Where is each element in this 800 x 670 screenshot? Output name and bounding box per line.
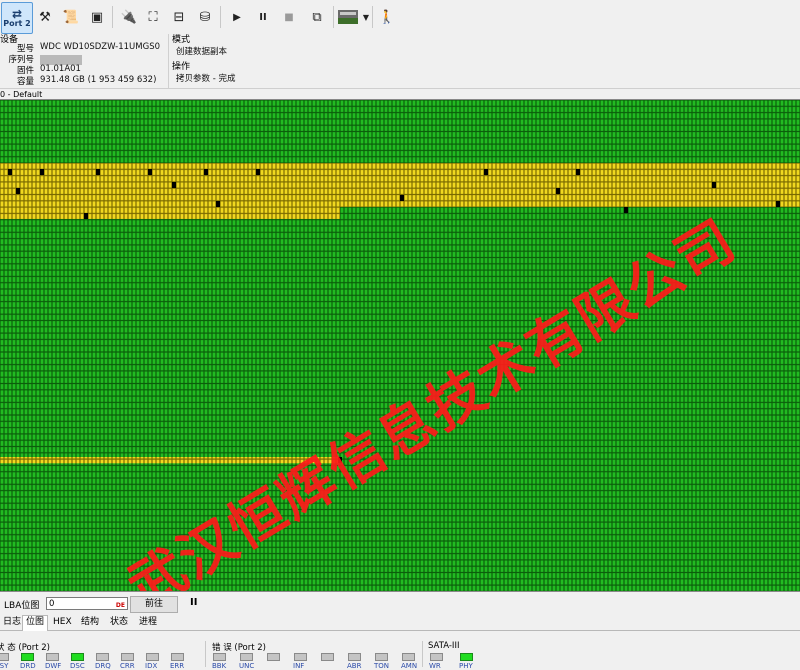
led-label: DSC: [70, 662, 85, 670]
led-label: BSY: [0, 662, 9, 670]
led-indicator: [240, 653, 253, 661]
led-indicator: [21, 653, 34, 661]
led-label: ABR: [347, 662, 362, 670]
person-icon[interactable]: 🚶: [374, 4, 400, 30]
info-divider: [168, 34, 169, 88]
firmware-value: 01.01A01: [40, 64, 81, 74]
led-indicator: [460, 653, 473, 661]
port-label: Port 2: [3, 18, 31, 28]
sector-map-canvas: [0, 100, 800, 591]
led-label: AMN: [401, 662, 418, 670]
stop-icon[interactable]: ■: [276, 4, 302, 30]
capacity-value: 931.48 GB (1 953 459 632): [40, 75, 157, 85]
toolbar-separator: [112, 6, 113, 28]
led-indicator: [96, 653, 109, 661]
windows-icon[interactable]: ⧉: [304, 4, 330, 30]
lba-input-value: 0: [49, 599, 55, 609]
lba-label: LBA位图: [4, 601, 40, 611]
tab-process[interactable]: 进程: [136, 616, 160, 629]
sector-map[interactable]: 武汉恒辉信息技术有限公司: [0, 99, 800, 592]
led-label: TON: [374, 662, 390, 670]
led-indicator: [71, 653, 84, 661]
tab-log[interactable]: 日志: [0, 616, 24, 629]
led-indicator: [267, 653, 280, 661]
plug-icon[interactable]: 🔌: [116, 4, 142, 30]
image-thumb: [338, 10, 358, 24]
tab-hex[interactable]: HEX: [50, 616, 75, 629]
pause-icon[interactable]: II: [250, 4, 276, 30]
led-indicator: [375, 653, 388, 661]
led-indicator: [294, 653, 307, 661]
port-icon: ⇄: [11, 6, 23, 21]
toolbar: ⇄ Port 2 ⚒ 📜 ▣ 🔌 ⛶ ⊟ ⛁ ▶ II ■ ⧉ ▼ 🚶: [0, 0, 800, 35]
led-label: PHY: [459, 662, 473, 670]
operation-value: 拷贝参数 - 完成: [176, 74, 236, 84]
led-indicator: [171, 653, 184, 661]
group-separator: [422, 641, 423, 667]
port-select-button[interactable]: ⇄ Port 2: [1, 2, 33, 34]
sata-group-title: SATA-III: [428, 641, 460, 651]
bottom-tabs: 日志 位图 HEX 结构 状态 进程: [0, 615, 800, 631]
led-label: UNC: [239, 662, 255, 670]
operation-section-title: 操作: [172, 62, 191, 72]
led-label: DRD: [20, 662, 36, 670]
led-indicator: [321, 653, 334, 661]
led-label: DWF: [45, 662, 62, 670]
led-label: CRR: [120, 662, 135, 670]
led-indicator: [146, 653, 159, 661]
led-indicator: [430, 653, 443, 661]
mode-value: 创建数据副本: [176, 47, 228, 57]
led-label: WR: [429, 662, 441, 670]
lba-unit-badge[interactable]: DE: [116, 599, 125, 612]
led-indicator: [46, 653, 59, 661]
toolbar-separator: [220, 6, 221, 28]
led-label: INF: [293, 662, 305, 670]
disk-copy-icon[interactable]: ⛁: [192, 4, 218, 30]
sd-card-icon[interactable]: ▣: [84, 4, 110, 30]
led-indicator: [0, 653, 9, 661]
led-label: ERR: [170, 662, 185, 670]
binoculars-icon[interactable]: ⛶: [140, 4, 166, 30]
led-label: IDX: [145, 662, 158, 670]
image-icon[interactable]: [336, 4, 360, 30]
toolbar-separator: [333, 6, 334, 28]
tab-structure[interactable]: 结构: [78, 616, 102, 629]
lba-row: LBA位图 0 DE 前往 II: [0, 592, 800, 614]
led-indicator: [121, 653, 134, 661]
model-value: WDC WD10SDZW-11UMGS0: [40, 42, 161, 52]
capacity-label: 容量: [16, 77, 34, 87]
map-pause-button[interactable]: II: [190, 597, 197, 608]
led-label: BBK: [212, 662, 227, 670]
scroll-icon[interactable]: 📜: [58, 4, 84, 30]
status-panel: 状 态 (Port 2) BSY DRD DWF DSC DRQ CRR IDX ERR 错 …: [0, 631, 800, 670]
go-button[interactable]: 前往: [130, 596, 178, 613]
led-indicator: [213, 653, 226, 661]
dropdown-icon[interactable]: ▼: [360, 4, 372, 30]
toolbar-separator: [372, 6, 373, 28]
device-info-panel: 设备 型号 WDC WD10SDZW-11UMGS0 序列号 固件 01.01A…: [0, 34, 800, 88]
status-group-title: 状 态 (Port 2): [0, 643, 50, 653]
tab-status[interactable]: 状态: [107, 616, 131, 629]
play-icon[interactable]: ▶: [224, 4, 250, 30]
mode-section-title: 模式: [172, 35, 191, 45]
led-label: DRQ: [95, 662, 111, 670]
tools-icon[interactable]: ⚒: [32, 4, 58, 30]
led-indicator: [402, 653, 415, 661]
legend-label: 0 - Default: [0, 90, 43, 99]
read-region-lower: [0, 457, 340, 464]
group-separator: [205, 641, 206, 667]
led-indicator: [348, 653, 361, 661]
error-group-title: 错 误 (Port 2): [212, 643, 266, 653]
tab-bitmap[interactable]: 位图: [22, 615, 49, 631]
network-drive-icon[interactable]: ⊟: [166, 4, 192, 30]
lba-input[interactable]: 0 DE: [46, 597, 128, 610]
